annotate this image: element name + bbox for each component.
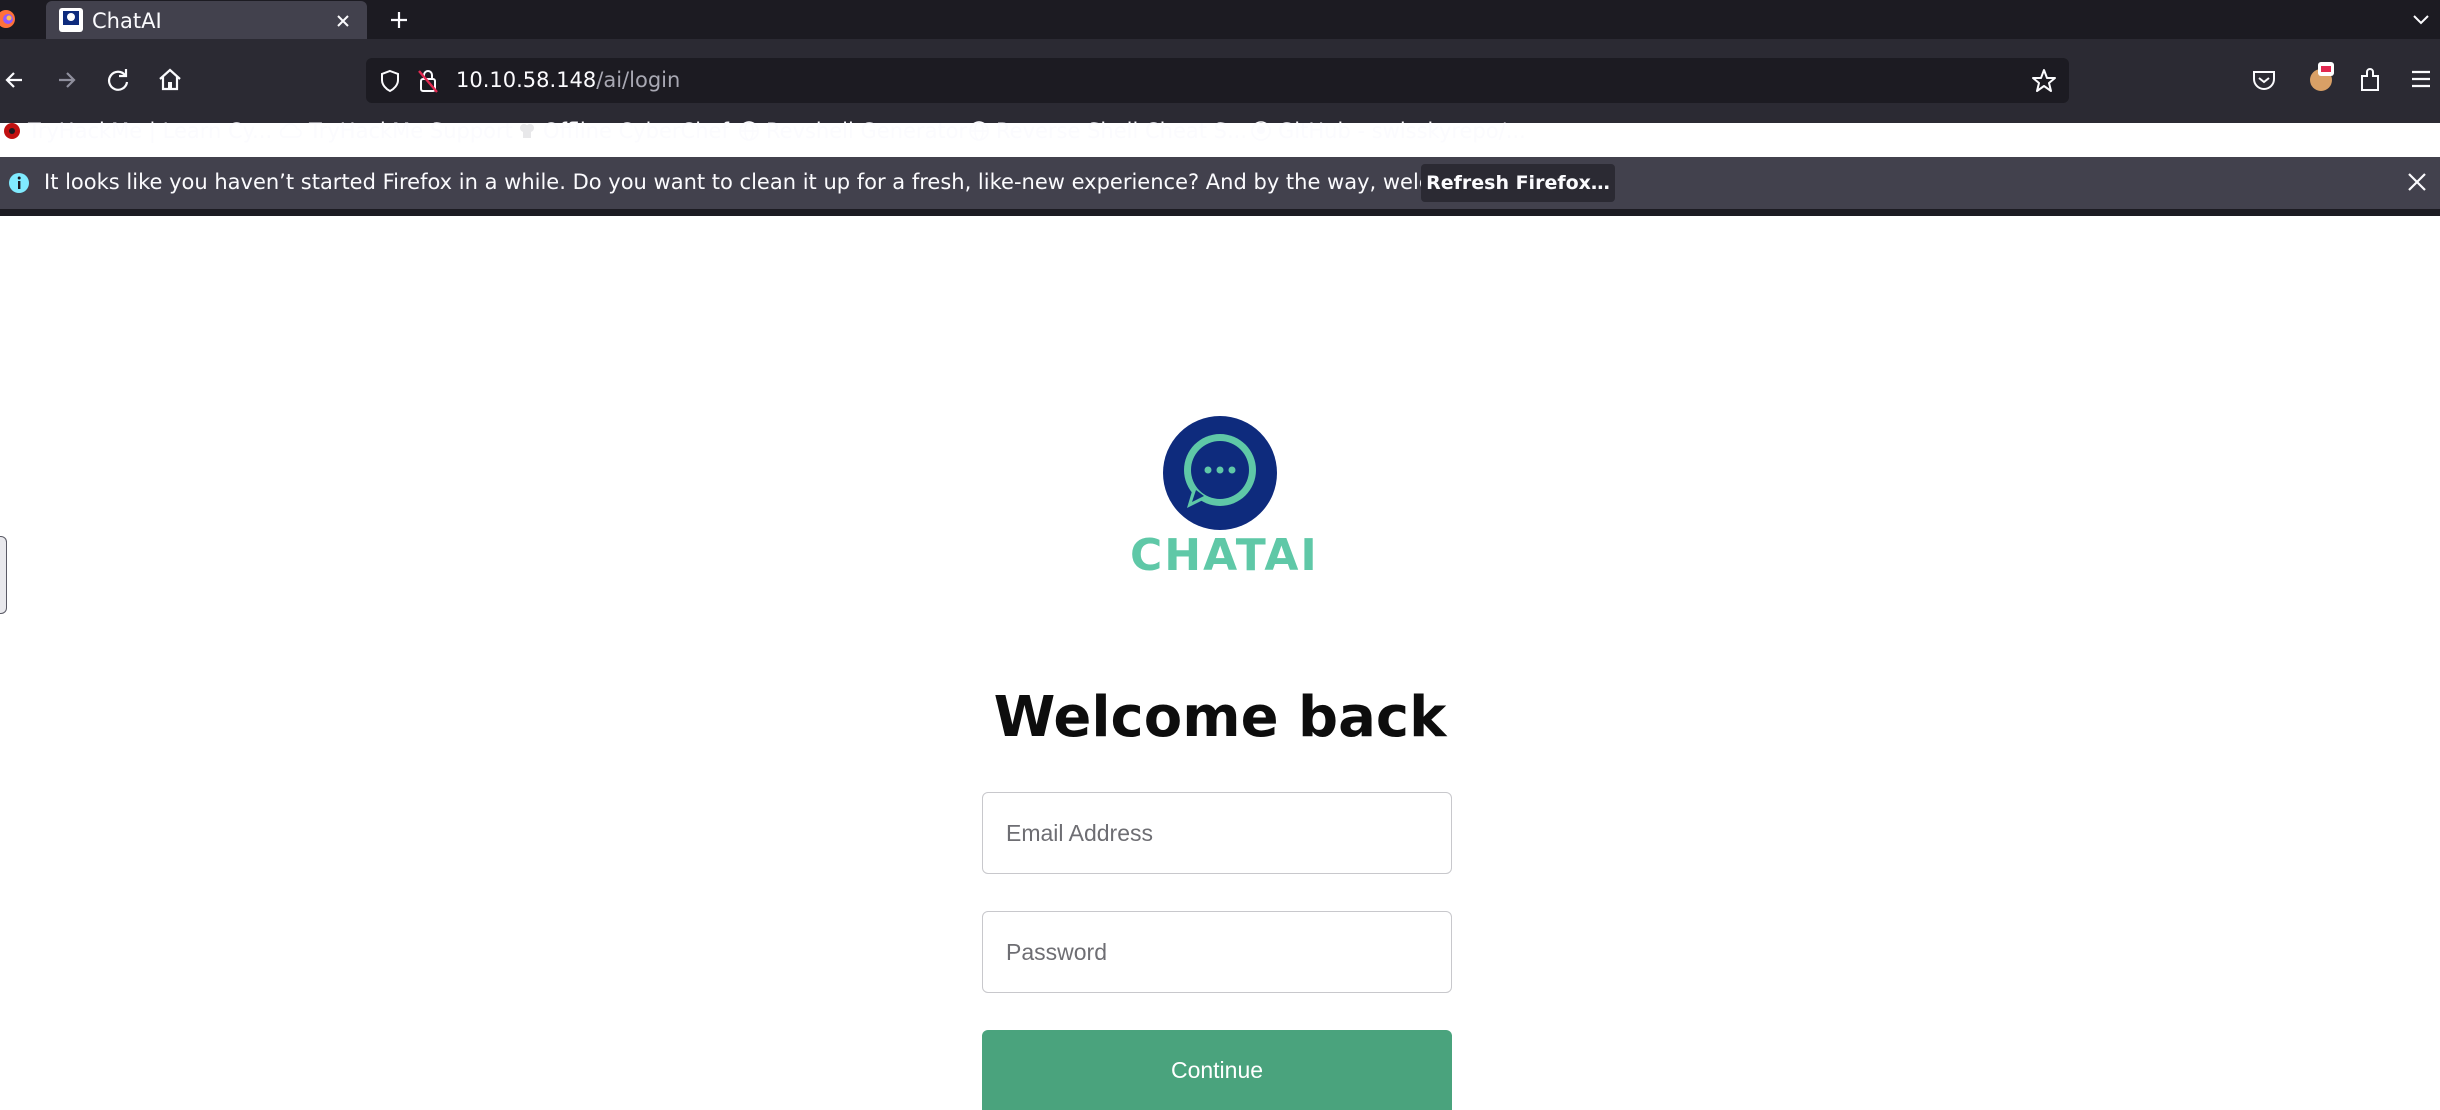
url-bar[interactable]: 10.10.58.148/ai/login [366,58,2069,103]
pocket-icon[interactable] [2250,66,2278,94]
chatai-favicon-icon [59,8,83,32]
url-path: /ai/login [596,68,681,92]
back-icon[interactable] [0,63,34,97]
profile-extension-icon[interactable] [2304,60,2338,94]
bookmark-tryhackme[interactable]: TryHackMe | Learn Cy... [2,108,272,154]
bookmark-label: Revshell Generator [766,119,968,143]
bookmarks-toolbar: TryHackMe | Learn Cy... TryHackMe Suppor… [0,108,2440,154]
firefox-logo-icon [0,10,15,28]
close-notification-icon[interactable] [2404,169,2430,195]
tracking-protection-shield-icon[interactable] [378,69,402,93]
chatai-wordmark: CHATAI [1130,530,1319,581]
bookmark-label: TryHackMe | Learn Cy... [28,119,273,143]
extensions-puzzle-icon[interactable] [2356,64,2386,94]
url-text[interactable]: 10.10.58.148/ai/login [456,68,680,92]
toolbar-divider [0,209,2440,216]
url-host: 10.10.58.148 [456,68,597,92]
bookmark-label: TryHackMe Support [309,119,513,143]
continue-button[interactable]: Continue [982,1030,1452,1110]
bookmark-star-icon[interactable] [2030,67,2058,95]
bookmark-label: Offline CyberChef [543,119,729,143]
tab-list-chevron-icon[interactable] [2410,8,2432,30]
email-field[interactable] [982,792,1452,874]
chatai-logo-icon [1163,416,1277,530]
page-title: Welcome back [993,685,1447,750]
bookmark-label: GitHub - swisskyrepo/... [1278,119,1526,143]
tab-chatai[interactable]: ChatAI [46,1,367,41]
password-input[interactable] [983,912,1451,992]
tab-title: ChatAI [92,9,162,33]
password-field[interactable] [982,911,1452,993]
chef-icon [520,124,534,138]
bookmark-label: Reverse Shell Cheat S... [996,119,1248,143]
home-icon[interactable] [153,63,187,97]
new-tab-icon[interactable] [386,7,412,33]
insecure-lock-icon[interactable] [416,68,440,94]
github-icon [1251,121,1271,141]
bookmark-github-swisskyrepo[interactable]: GitHub - swisskyrepo/... [1250,108,1526,154]
sidebar-toggle-handle[interactable] [0,536,7,614]
bookmark-reverse-shell-cheat-sheet[interactable]: Reverse Shell Cheat S... [968,108,1247,154]
notification-message: It looks like you haven’t started Firefo… [44,170,1542,194]
tryhackme-icon [4,123,20,139]
tab-strip: ChatAI [0,0,2440,41]
email-input[interactable] [983,793,1451,873]
forward-icon[interactable] [49,63,83,97]
notification-bar: It looks like you haven’t started Firefo… [0,157,2440,209]
bookmark-offline-cyberchef[interactable]: Offline CyberChef [517,108,729,154]
bookmark-revshell-generator[interactable]: Revshell Generator [738,108,967,154]
refresh-firefox-button[interactable]: Refresh Firefox… [1421,164,1615,202]
reload-icon[interactable] [101,63,135,97]
info-icon [9,173,29,193]
app-menu-icon[interactable] [2406,64,2436,94]
bookmark-tryhackme-support[interactable]: TryHackMe Support [277,108,513,154]
globe-icon [969,121,989,141]
tab-close-icon[interactable] [330,8,356,34]
globe-icon [739,121,759,141]
cloud-icon [279,123,302,138]
